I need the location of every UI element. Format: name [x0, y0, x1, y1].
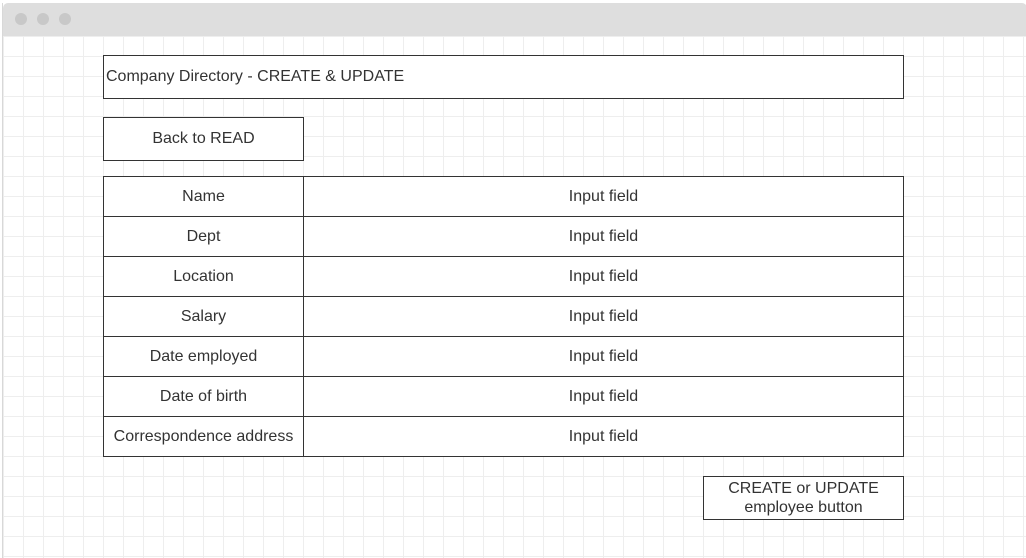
- name-input-field[interactable]: Input field: [303, 176, 904, 217]
- correspondence-address-input-field[interactable]: Input field: [303, 416, 904, 457]
- field-label: Date of birth: [103, 376, 304, 417]
- wireframe-canvas: Company Directory - CREATE & UPDATE Back…: [3, 36, 1026, 558]
- form-row-location: Location Input field: [103, 256, 904, 297]
- field-label: Dept: [103, 216, 304, 257]
- form-row-name: Name Input field: [103, 176, 904, 217]
- window-close-dot-icon[interactable]: [15, 13, 27, 25]
- page-title: Company Directory - CREATE & UPDATE: [103, 55, 904, 99]
- field-label: Correspondence address: [103, 416, 304, 457]
- field-label: Name: [103, 176, 304, 217]
- form-row-date-employed: Date employed Input field: [103, 336, 904, 377]
- date-of-birth-input-field[interactable]: Input field: [303, 376, 904, 417]
- create-or-update-button-label: CREATE or UPDATE employee button: [728, 480, 879, 516]
- form-row-salary: Salary Input field: [103, 296, 904, 337]
- location-input-field[interactable]: Input field: [303, 256, 904, 297]
- dept-input-field[interactable]: Input field: [303, 216, 904, 257]
- window-titlebar: [3, 3, 1026, 36]
- field-label: Salary: [103, 296, 304, 337]
- form-row-date-of-birth: Date of birth Input field: [103, 376, 904, 417]
- app-window: Company Directory - CREATE & UPDATE Back…: [2, 3, 1026, 558]
- form-row-correspondence-address: Correspondence address Input field: [103, 416, 904, 457]
- create-or-update-button[interactable]: CREATE or UPDATE employee button: [703, 476, 904, 520]
- back-to-read-button[interactable]: Back to READ: [103, 117, 304, 161]
- window-maximize-dot-icon[interactable]: [59, 13, 71, 25]
- field-label: Date employed: [103, 336, 304, 377]
- date-employed-input-field[interactable]: Input field: [303, 336, 904, 377]
- field-label: Location: [103, 256, 304, 297]
- window-minimize-dot-icon[interactable]: [37, 13, 49, 25]
- salary-input-field[interactable]: Input field: [303, 296, 904, 337]
- form-row-dept: Dept Input field: [103, 216, 904, 257]
- employee-form-table: Name Input field Dept Input field Locati…: [103, 176, 904, 457]
